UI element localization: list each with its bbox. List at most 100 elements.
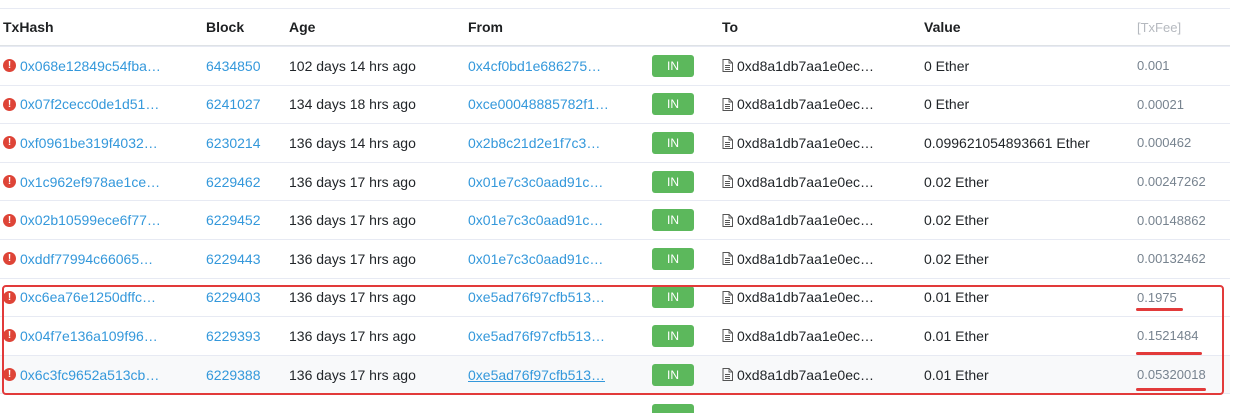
table-row: ! 0xc6ea76e1250dffc… 6229403 136 days 17 … <box>0 277 1230 317</box>
to-address[interactable]: 0xd8a1db7aa1e0ec… <box>737 96 874 112</box>
from-address-link[interactable]: 0x01e7c3c0aad91c… <box>468 212 603 228</box>
age-text: 136 days 17 hrs ago <box>289 250 416 267</box>
age-text: 136 days 17 hrs ago <box>289 327 416 344</box>
table-row: ! 0x07f2cecc0de1d51… 6241027 134 days 18 … <box>0 84 1230 124</box>
txfee-text: 0.00132462 <box>1137 251 1206 267</box>
table-header: TxHash Block Age From To Value [TxFee] <box>0 8 1230 46</box>
from-address-link[interactable]: 0x4cf0bd1e686275… <box>468 58 601 74</box>
error-icon: ! <box>3 175 16 189</box>
age-text: 136 days 17 hrs ago <box>289 289 416 306</box>
age-text: 134 days 18 hrs ago <box>289 96 416 113</box>
error-icon: ! <box>3 97 16 111</box>
table-row: ! 0x068e12849c54fba… 6434850 102 days 14 … <box>0 46 1230 85</box>
to-address[interactable]: 0xd8a1db7aa1e0ec… <box>737 174 874 190</box>
header-txfee: [TxFee] <box>1137 19 1182 35</box>
document-icon <box>722 290 733 304</box>
txhash-link[interactable]: 0x068e12849c54fba… <box>20 58 161 74</box>
block-link[interactable]: 6230214 <box>206 135 261 151</box>
txfee-text: 0.00247262 <box>1137 174 1206 190</box>
age-text: 136 days 17 hrs ago <box>289 173 416 190</box>
value-text: 0.01 Ether <box>924 289 989 306</box>
value-text: 0.01 Ether <box>924 366 989 383</box>
to-address[interactable]: 0xd8a1db7aa1e0ec… <box>737 58 874 74</box>
document-icon <box>722 213 733 227</box>
header-block: Block <box>206 19 245 35</box>
txhash-link[interactable]: 0xf0961be319f4032… <box>20 135 158 151</box>
from-address-link[interactable]: 0x2b8c21d2e1f7c3… <box>468 135 600 151</box>
txhash-link[interactable]: 0x1c962ef978ae1ce… <box>20 174 160 190</box>
direction-badge: IN <box>652 131 694 154</box>
value-text: 0.01 Ether <box>924 327 989 344</box>
header-to: To <box>722 19 739 35</box>
from-address-link[interactable]: 0x01e7c3c0aad91c… <box>468 251 603 267</box>
header-age: Age <box>289 19 316 35</box>
block-link[interactable]: 6229403 <box>206 289 261 305</box>
to-address[interactable]: 0xd8a1db7aa1e0ec… <box>737 289 874 305</box>
txhash-link[interactable]: 0x6c3fc9652a513cb… <box>20 367 159 383</box>
table-row: ! 0x02b10599ece6f77… 6229452 136 days 17 … <box>0 200 1230 239</box>
document-icon <box>722 368 733 382</box>
direction-badge: IN <box>652 54 694 77</box>
block-link[interactable]: 6229393 <box>206 328 261 344</box>
to-address[interactable]: 0xd8a1db7aa1e0ec… <box>737 367 874 383</box>
age-text: 102 days 14 hrs ago <box>289 57 416 74</box>
table-row-hovered: ! 0x6c3fc9652a513cb… 6229388 136 days 17 … <box>0 354 1230 394</box>
document-icon <box>722 252 733 266</box>
age-text: 136 days 17 hrs ago <box>289 212 416 229</box>
from-address-link[interactable]: 0xce00048885782f1… <box>468 96 609 112</box>
direction-badge: IN <box>652 247 694 270</box>
txhash-link[interactable]: 0x07f2cecc0de1d51… <box>20 96 159 112</box>
table-row: ! 0x04f7e136a109f96… 6229393 136 days 17 … <box>0 316 1230 355</box>
document-icon <box>722 329 733 343</box>
direction-badge: IN <box>652 93 694 116</box>
table-row: ! 0xddf77994c66065… 6229443 136 days 17 h… <box>0 238 1230 278</box>
annotation-underline <box>1136 308 1183 311</box>
block-link[interactable]: 6434850 <box>206 58 261 74</box>
txhash-link[interactable]: 0x04f7e136a109f96… <box>20 328 158 344</box>
error-icon: ! <box>3 290 16 304</box>
txfee-text: 0.001 <box>1137 58 1170 74</box>
error-icon: ! <box>3 368 16 382</box>
direction-badge: IN <box>652 209 694 232</box>
txhash-link[interactable]: 0xc6ea76e1250dffc… <box>20 289 156 305</box>
block-link[interactable]: 6229452 <box>206 212 261 228</box>
txfee-text: 0.1521484 <box>1137 328 1199 344</box>
document-icon <box>722 136 733 150</box>
block-link[interactable]: 6229388 <box>206 367 261 383</box>
table-row: ! 0xf0961be319f4032… 6230214 136 days 14 … <box>0 123 1230 162</box>
from-address-link[interactable]: 0xe5ad76f97cfb513… <box>468 328 605 344</box>
value-text: 0.02 Ether <box>924 212 989 229</box>
error-icon: ! <box>3 136 16 150</box>
block-link[interactable]: 6241027 <box>206 96 261 112</box>
direction-badge: IN <box>652 170 694 193</box>
header-txhash: TxHash <box>3 19 54 35</box>
age-text: 136 days 14 hrs ago <box>289 134 416 151</box>
txhash-link[interactable]: 0x02b10599ece6f77… <box>20 212 161 228</box>
to-address[interactable]: 0xd8a1db7aa1e0ec… <box>737 135 874 151</box>
header-value: Value <box>924 19 961 35</box>
direction-badge: IN <box>652 286 694 309</box>
from-address-link[interactable]: 0x01e7c3c0aad91c… <box>468 174 603 190</box>
from-address-link[interactable]: 0xe5ad76f97cfb513… <box>468 367 605 383</box>
annotation-underline <box>1136 352 1202 355</box>
txfee-text: 0.00021 <box>1137 96 1184 112</box>
value-text: 0.02 Ether <box>924 250 989 267</box>
block-link[interactable]: 6229462 <box>206 174 261 190</box>
document-icon <box>722 175 733 189</box>
transactions-table: TxHash Block Age From To Value [TxFee] !… <box>0 8 1230 413</box>
txfee-text: 0.000462 <box>1137 135 1192 151</box>
from-address-link[interactable]: 0xe5ad76f97cfb513… <box>468 289 605 305</box>
direction-badge: IN <box>652 363 694 386</box>
direction-badge <box>652 404 694 413</box>
error-icon: ! <box>3 329 16 343</box>
block-link[interactable]: 6229443 <box>206 251 261 267</box>
table-row: ! 0x1c962ef978ae1ce… 6229462 136 days 17 … <box>0 161 1230 201</box>
age-text: 136 days 17 hrs ago <box>289 366 416 383</box>
value-text: 0.099621054893661 Ether <box>924 134 1090 151</box>
to-address[interactable]: 0xd8a1db7aa1e0ec… <box>737 251 874 267</box>
error-icon: ! <box>3 59 16 73</box>
error-icon: ! <box>3 213 16 227</box>
to-address[interactable]: 0xd8a1db7aa1e0ec… <box>737 328 874 344</box>
to-address[interactable]: 0xd8a1db7aa1e0ec… <box>737 212 874 228</box>
txhash-link[interactable]: 0xddf77994c66065… <box>20 251 153 267</box>
